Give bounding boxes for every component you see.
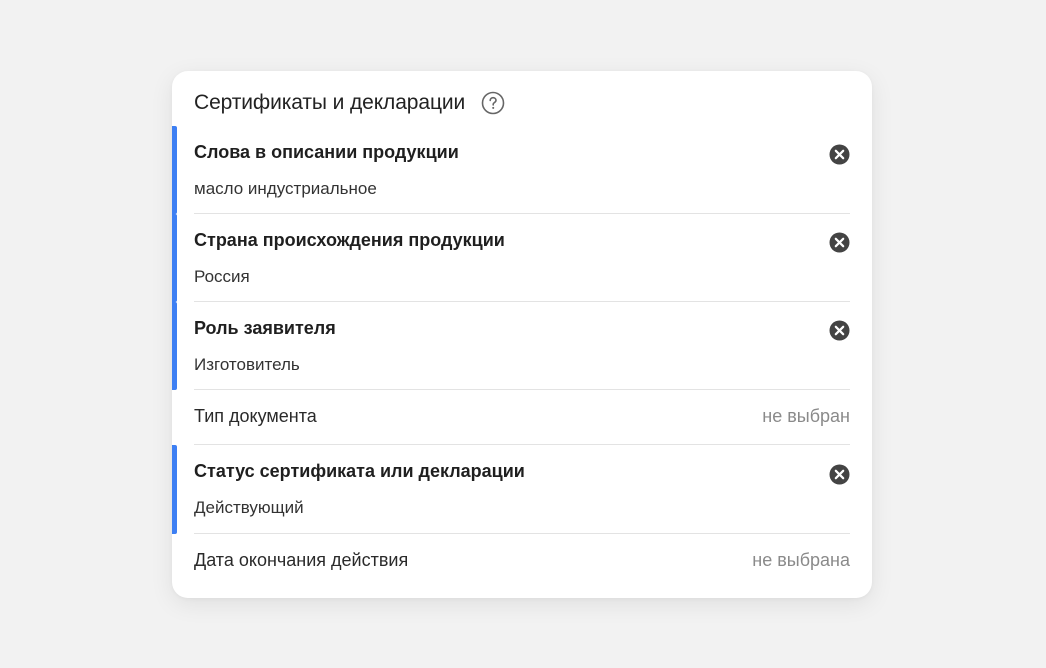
active-indicator	[172, 126, 177, 214]
filter-title: Страна происхождения продукции	[194, 230, 505, 250]
filter-value: масло индустриальное	[194, 179, 377, 198]
filter-label: Тип документа	[194, 406, 317, 426]
active-indicator	[172, 445, 177, 534]
close-circle-icon	[829, 144, 849, 164]
filter-row-document-type[interactable]: Тип документа не выбран	[172, 390, 872, 445]
active-indicator	[172, 214, 177, 302]
panel-header: Сертификаты и декларации	[194, 89, 505, 117]
filter-row-applicant-role[interactable]: Роль заявителя Изготовитель	[172, 302, 872, 390]
filter-title: Роль заявителя	[194, 318, 336, 338]
filter-title: Слова в описании продукции	[194, 142, 459, 162]
close-circle-icon	[829, 320, 849, 340]
filter-placeholder-value: не выбран	[762, 406, 850, 426]
filters-panel: Сертификаты и декларации Слова в описани…	[172, 71, 872, 598]
filter-value: Действующий	[194, 498, 304, 517]
filter-row-country[interactable]: Страна происхождения продукции Россия	[172, 214, 872, 302]
filter-row-expiry-date[interactable]: Дата окончания действия не выбрана	[172, 534, 872, 589]
close-circle-icon	[829, 232, 849, 252]
filter-value: Россия	[194, 267, 250, 286]
filter-title: Статус сертификата или декларации	[194, 461, 525, 481]
close-circle-icon	[829, 464, 849, 484]
clear-filter-button[interactable]	[828, 463, 850, 485]
filter-label: Дата окончания действия	[194, 550, 409, 570]
filter-row-product-description[interactable]: Слова в описании продукции масло индустр…	[172, 126, 872, 214]
panel-title: Сертификаты и декларации	[194, 91, 466, 114]
filter-placeholder-value: не выбрана	[752, 550, 850, 570]
clear-filter-button[interactable]	[828, 319, 850, 341]
active-indicator	[172, 302, 177, 390]
clear-filter-button[interactable]	[828, 231, 850, 253]
clear-filter-button[interactable]	[828, 143, 850, 165]
question-circle-icon[interactable]	[481, 91, 505, 115]
filter-value: Изготовитель	[194, 355, 300, 374]
filter-row-certificate-status[interactable]: Статус сертификата или декларации Действ…	[172, 445, 872, 534]
